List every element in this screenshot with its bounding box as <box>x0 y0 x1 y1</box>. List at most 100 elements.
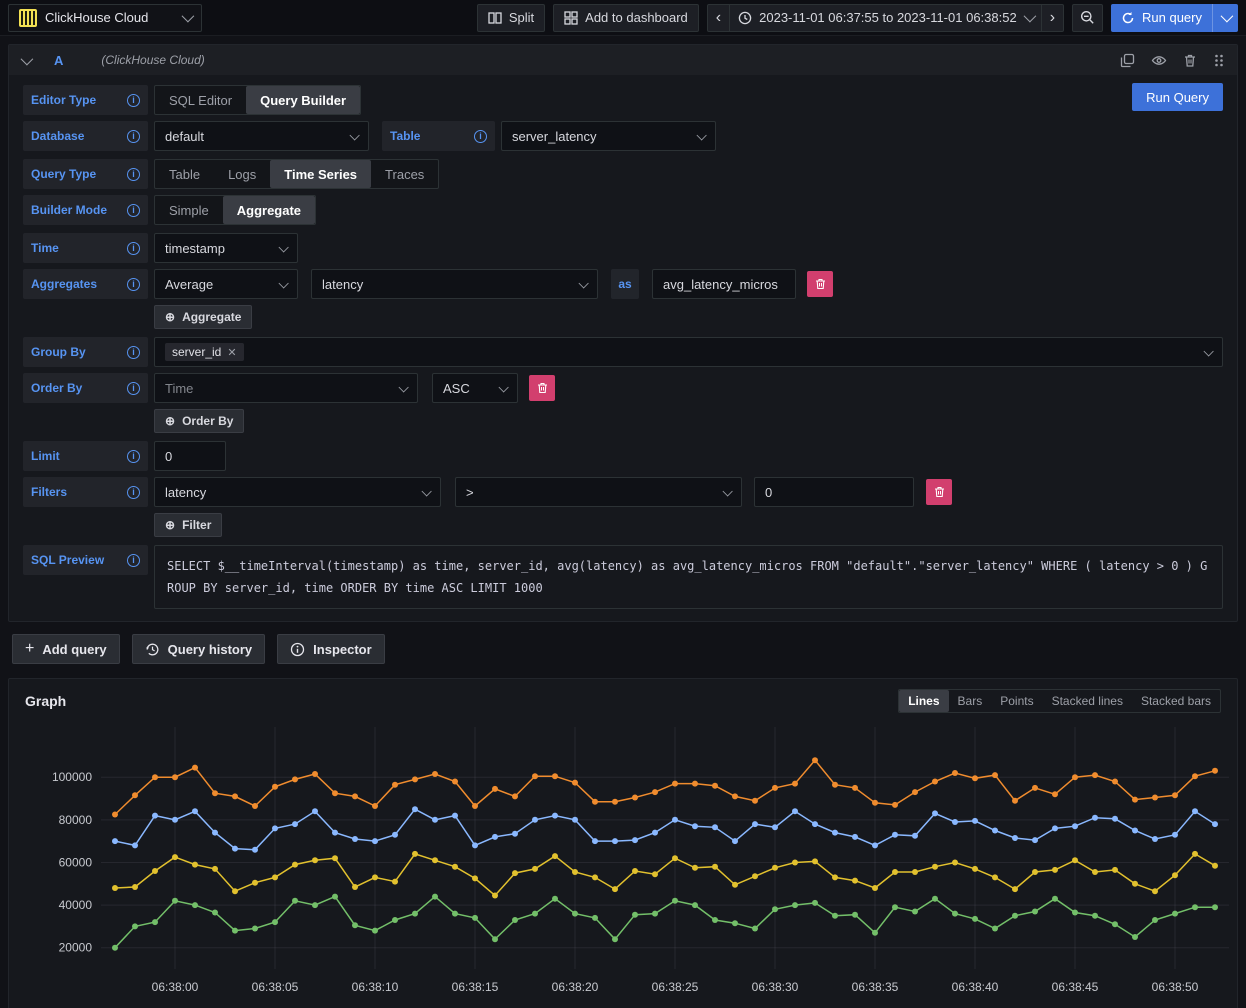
editor-type-query-builder[interactable]: Query Builder <box>246 86 360 114</box>
info-icon[interactable]: i <box>127 94 140 107</box>
limit-input[interactable]: 0 <box>154 441 226 471</box>
sql-preview-code: SELECT $__timeInterval(timestamp) as tim… <box>154 545 1223 609</box>
editor-type-sql-editor[interactable]: SQL Editor <box>155 86 246 114</box>
aggregate-alias-input[interactable]: avg_latency_micros <box>652 269 796 299</box>
dashboard-grid-icon <box>564 11 578 25</box>
data-point <box>372 928 378 934</box>
split-label: Split <box>509 10 534 25</box>
data-point <box>412 807 418 813</box>
delete-query-trash-icon[interactable] <box>1183 53 1197 68</box>
latency-chart[interactable]: 2000040000600008000010000006:38:0006:38:… <box>17 717 1245 1007</box>
series-line <box>115 810 1215 851</box>
aggregate-column-select[interactable]: latency <box>311 269 598 299</box>
info-icon[interactable]: i <box>127 554 140 567</box>
query-header-row[interactable]: A (ClickHouse Cloud) <box>9 45 1237 75</box>
info-icon[interactable]: i <box>127 382 140 395</box>
chevron-left-icon: ‹ <box>716 10 721 26</box>
database-select[interactable]: default <box>154 121 369 151</box>
filter-operator-select[interactable]: > <box>455 477 742 507</box>
refresh-icon <box>1121 11 1135 25</box>
hide-query-eye-icon[interactable] <box>1151 53 1167 68</box>
data-point <box>492 893 498 899</box>
data-point <box>912 909 918 915</box>
info-icon[interactable]: i <box>127 168 140 181</box>
zoom-out-time-button[interactable] <box>1072 4 1103 32</box>
add-filter-button[interactable]: ⊕Filter <box>154 513 222 537</box>
data-point <box>112 945 118 951</box>
order-by-column-select[interactable]: Time <box>154 373 418 403</box>
data-point <box>732 921 738 927</box>
info-icon[interactable]: i <box>127 278 140 291</box>
data-point <box>992 828 998 834</box>
split-button[interactable]: Split <box>477 4 545 32</box>
add-order-by-button[interactable]: ⊕Order By <box>154 409 244 433</box>
group-by-tag-label: server_id <box>172 345 221 359</box>
data-point <box>952 911 958 917</box>
x-axis-tick-label: 06:38:25 <box>652 980 699 994</box>
data-point <box>492 937 498 943</box>
graph-mode-lines[interactable]: Lines <box>899 690 948 712</box>
remove-tag-icon[interactable]: ✕ <box>227 346 236 359</box>
add-query-button[interactable]: +Add query <box>12 634 120 664</box>
info-icon[interactable]: i <box>127 242 140 255</box>
data-point <box>1152 889 1158 895</box>
builder-mode-aggregate[interactable]: Aggregate <box>223 196 315 224</box>
builder-mode-toggle: Simple Aggregate <box>154 195 316 225</box>
add-to-dashboard-button[interactable]: Add to dashboard <box>553 4 699 32</box>
time-shift-back-button[interactable]: ‹ <box>708 5 730 31</box>
group-by-select[interactable]: server_id ✕ <box>154 337 1223 367</box>
query-type-logs[interactable]: Logs <box>214 160 270 188</box>
query-type-label: Query Typei <box>23 159 148 189</box>
graph-mode-stacked-bars[interactable]: Stacked bars <box>1132 690 1220 712</box>
query-history-button[interactable]: Query history <box>132 634 266 664</box>
time-range-picker[interactable]: 2023-11-01 06:37:55 to 2023-11-01 06:38:… <box>730 5 1042 31</box>
remove-aggregate-button[interactable] <box>807 271 833 297</box>
data-point <box>892 802 898 808</box>
duplicate-query-icon[interactable] <box>1120 53 1135 68</box>
data-point <box>732 794 738 800</box>
graph-mode-points[interactable]: Points <box>991 690 1042 712</box>
run-query-dropdown[interactable] <box>1213 10 1238 25</box>
order-by-direction-value: ASC <box>443 381 470 396</box>
drag-handle-icon[interactable] <box>1213 53 1225 68</box>
inspector-button[interactable]: Inspector <box>277 634 385 664</box>
graph-mode-bars[interactable]: Bars <box>949 690 992 712</box>
run-query-button[interactable]: Run query <box>1111 10 1212 25</box>
run-query-panel-button[interactable]: Run Query <box>1132 83 1223 111</box>
table-select[interactable]: server_latency <box>501 121 716 151</box>
remove-filter-button[interactable] <box>926 479 952 505</box>
data-point <box>512 831 518 837</box>
aggregate-function-value: Average <box>165 277 213 292</box>
collapse-chevron-icon[interactable] <box>21 52 34 65</box>
time-shift-forward-button[interactable]: › <box>1042 5 1063 31</box>
remove-order-by-button[interactable] <box>529 375 555 401</box>
data-point <box>532 774 538 780</box>
info-icon[interactable]: i <box>474 130 487 143</box>
query-actions-row: +Add query Query history Inspector <box>8 622 1238 678</box>
x-axis-tick-label: 06:38:20 <box>552 980 599 994</box>
info-icon[interactable]: i <box>127 346 140 359</box>
data-point <box>152 919 158 925</box>
filter-column-select[interactable]: latency <box>154 477 441 507</box>
info-icon[interactable]: i <box>127 486 140 499</box>
graph-mode-stacked-lines[interactable]: Stacked lines <box>1043 690 1132 712</box>
query-type-table[interactable]: Table <box>155 160 214 188</box>
aggregate-function-select[interactable]: Average <box>154 269 298 299</box>
info-icon[interactable]: i <box>127 204 140 217</box>
order-by-label: Order Byi <box>23 373 148 403</box>
info-icon[interactable]: i <box>127 130 140 143</box>
data-point <box>352 794 358 800</box>
order-by-direction-select[interactable]: ASC <box>432 373 518 403</box>
info-icon[interactable]: i <box>127 450 140 463</box>
query-type-time-series[interactable]: Time Series <box>270 160 371 188</box>
data-point <box>972 866 978 872</box>
time-column-select[interactable]: timestamp <box>154 233 298 263</box>
filter-value-input[interactable]: 0 <box>754 477 914 507</box>
query-type-traces[interactable]: Traces <box>371 160 438 188</box>
data-point <box>172 854 178 860</box>
builder-mode-simple[interactable]: Simple <box>155 196 223 224</box>
data-point <box>1012 886 1018 892</box>
data-point <box>372 838 378 844</box>
datasource-picker[interactable]: ClickHouse Cloud <box>8 4 202 32</box>
add-aggregate-button[interactable]: ⊕Aggregate <box>154 305 252 329</box>
